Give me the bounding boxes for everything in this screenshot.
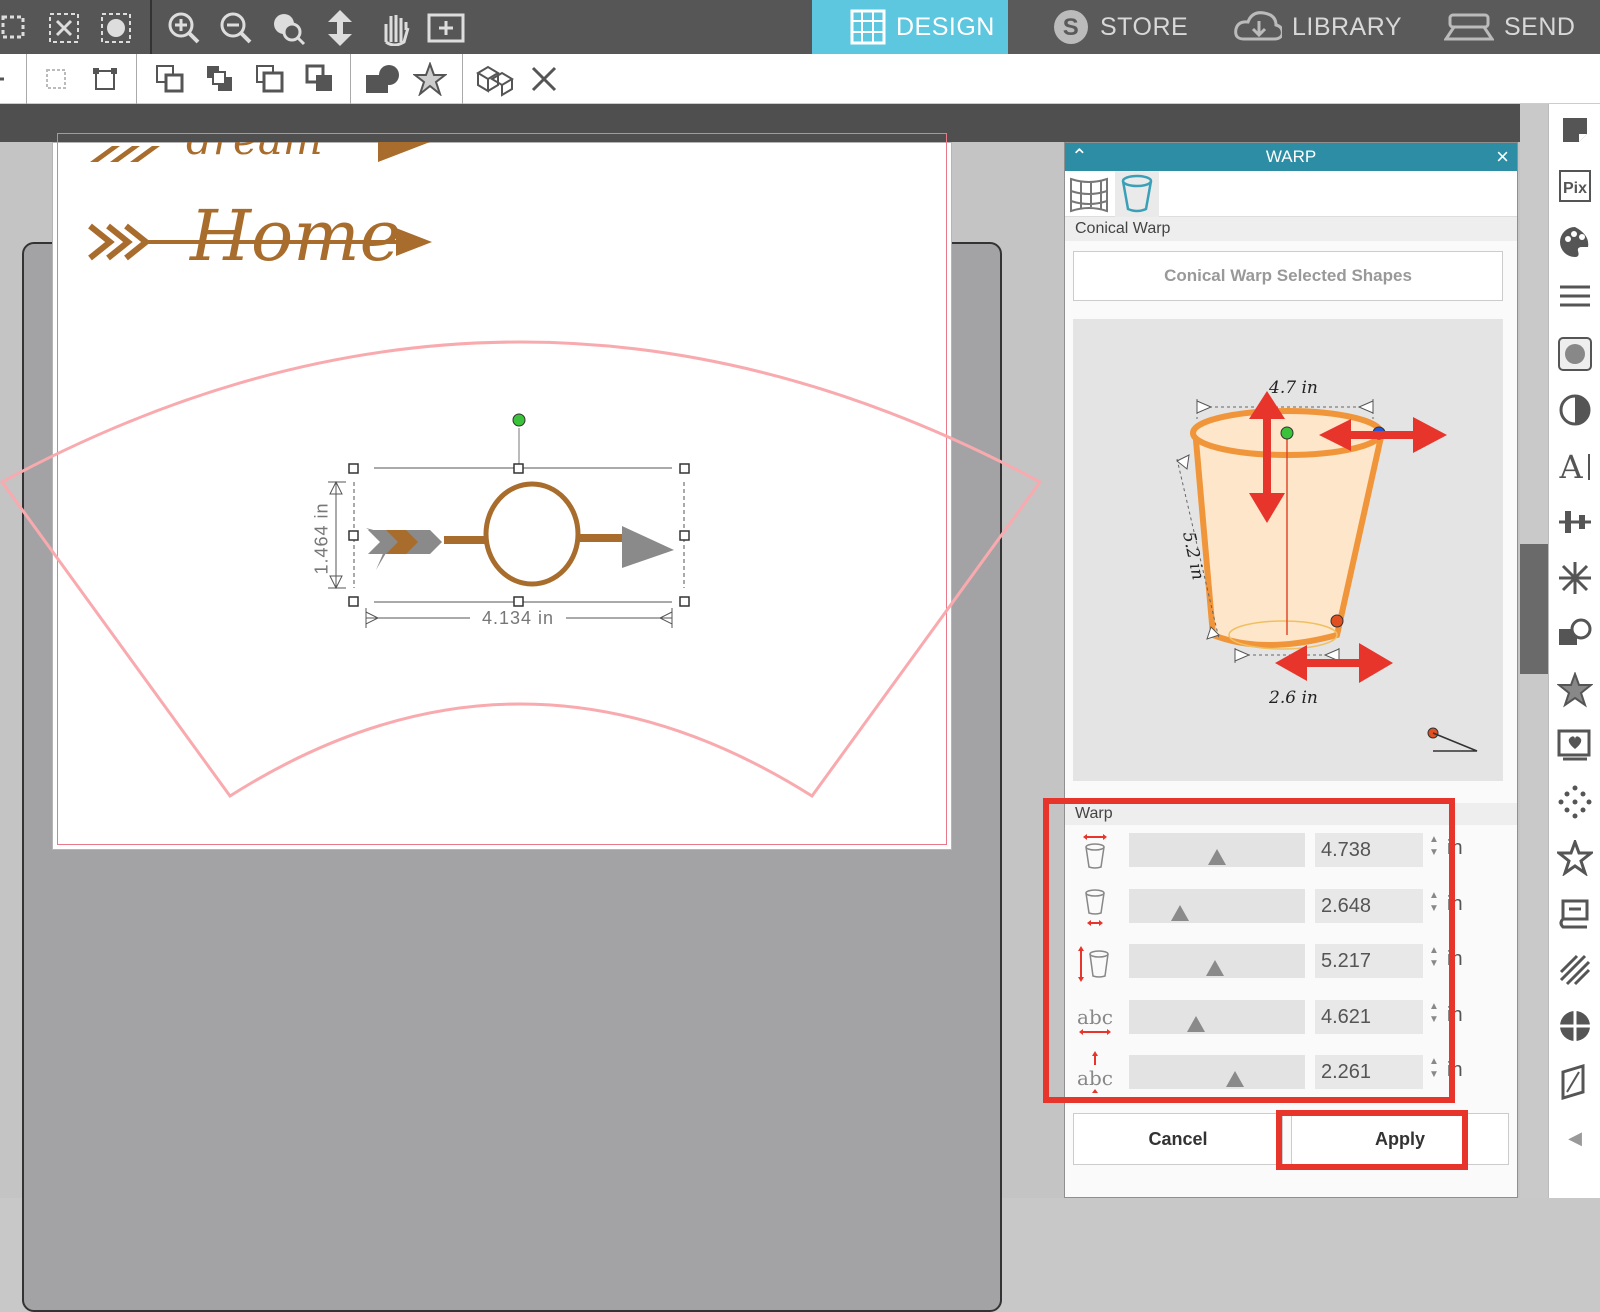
height-dimension-label: 1.464 in (312, 499, 333, 579)
svg-text:A: A (1558, 448, 1583, 484)
collapse-left-icon[interactable]: ◀ (1557, 1120, 1593, 1156)
cone-diagram-graphic: 4.7 in 2.6 in 5.2 in (1073, 319, 1503, 781)
zoom-select-icon[interactable] (268, 8, 308, 48)
divider (26, 54, 27, 104)
tab-label: DESIGN (896, 13, 995, 42)
cancel-button[interactable]: Cancel (1073, 1113, 1283, 1165)
send-to-back-icon[interactable] (200, 61, 240, 97)
close-icon[interactable]: × (1496, 143, 1509, 171)
design-store-icon[interactable] (1557, 1008, 1593, 1044)
zoom-in-icon[interactable] (164, 8, 204, 48)
print-cut-icon[interactable] (1557, 1064, 1593, 1100)
align-distribute-icon[interactable] (1557, 504, 1593, 540)
transform-icon[interactable] (1557, 560, 1593, 596)
divider (350, 54, 351, 104)
tab-label: STORE (1100, 13, 1188, 42)
tab-library[interactable]: LIBRARY (1204, 0, 1402, 54)
selected-arrow-object (349, 414, 689, 606)
group-objects-icon[interactable] (36, 61, 76, 97)
shadow-icon[interactable] (1557, 392, 1593, 428)
page-setup-icon[interactable] (1557, 112, 1593, 148)
fit-to-window-icon[interactable] (426, 8, 466, 48)
mesh-warp-icon[interactable] (1067, 173, 1111, 215)
bring-forward-icon[interactable] (250, 61, 290, 97)
svg-text:S: S (1063, 14, 1080, 41)
divider (462, 54, 463, 104)
conical-warp-apply-selected-button[interactable]: Conical Warp Selected Shapes (1073, 251, 1503, 301)
tab-store[interactable]: S STORE (1008, 0, 1204, 54)
align-icon[interactable] (0, 61, 20, 97)
store-s-icon: S (1052, 8, 1090, 46)
dream-arrow-artwork: dream (90, 142, 430, 164)
vertical-scrollbar[interactable] (1520, 104, 1548, 1198)
home-arrow-artwork: Home (90, 195, 432, 277)
modify-star-icon[interactable] (1557, 672, 1593, 708)
svg-text:dream: dream (186, 142, 323, 164)
fill-palette-icon[interactable] (1557, 224, 1593, 260)
object-toolbar (0, 54, 1600, 104)
select-palette-icon[interactable] (96, 8, 136, 48)
dimension-guides (328, 482, 672, 628)
move-down-icon[interactable] (320, 8, 360, 48)
warp-controls-highlight (1043, 798, 1455, 1103)
text-style-icon[interactable]: A (1557, 448, 1593, 484)
tab-label: LIBRARY (1292, 13, 1402, 42)
tab-send[interactable]: SEND (1402, 0, 1600, 54)
panel-header: WARP ⌃ × (1065, 143, 1517, 171)
width-dimension-label: 4.134 in (470, 608, 566, 629)
svg-text:Home: Home (188, 195, 401, 277)
right-sidebar: Pix A ◀ (1548, 104, 1600, 1198)
line-style-icon[interactable] (1557, 280, 1593, 316)
cloud-download-icon (1234, 9, 1282, 45)
rhinestone-icon[interactable] (1557, 784, 1593, 820)
3d-boxes-icon[interactable] (474, 61, 514, 97)
bottom-diameter-label: 2.6 in (1268, 688, 1318, 708)
send-backward-icon[interactable] (300, 61, 340, 97)
deselect-icon[interactable] (44, 8, 84, 48)
top-diameter-label: 4.7 in (1268, 378, 1318, 398)
fill-pattern-icon[interactable] (1557, 336, 1593, 372)
sketch-icon[interactable] (1557, 952, 1593, 988)
canvas-artwork: dream Home (0, 142, 1064, 862)
delete-icon[interactable] (524, 61, 564, 97)
group-icon[interactable] (0, 8, 34, 48)
warp-type-tabs (1065, 171, 1517, 217)
top-toolbar: DESIGN S STORE LIBRARY SEND (0, 0, 1600, 54)
cone-diagram[interactable]: 4.7 in 2.6 in 5.2 in (1073, 319, 1503, 781)
replicate-icon[interactable] (1557, 616, 1593, 652)
grid-icon (850, 9, 886, 45)
trace-icon[interactable] (1557, 728, 1593, 764)
tab-design[interactable]: DESIGN (812, 0, 1008, 54)
panel-title: WARP (1266, 147, 1316, 166)
mode-label: Conical Warp (1065, 217, 1517, 241)
collapse-chevron-icon[interactable]: ⌃ (1071, 143, 1088, 171)
pan-hand-icon[interactable] (374, 8, 414, 48)
shapes-icon[interactable] (362, 61, 402, 97)
star-icon[interactable] (410, 61, 450, 97)
bring-to-front-icon[interactable] (150, 61, 190, 97)
offset-star-icon[interactable] (1557, 840, 1593, 876)
scrollbar-thumb[interactable] (1520, 544, 1548, 674)
apply-highlight (1276, 1110, 1468, 1170)
library-icon[interactable] (1557, 896, 1593, 932)
ungroup-icon[interactable] (86, 61, 126, 97)
angle-indicator-icon (1428, 728, 1477, 751)
svg-text:Pix: Pix (1563, 180, 1587, 197)
conical-warp-icon[interactable] (1115, 171, 1159, 217)
zoom-out-icon[interactable] (216, 8, 256, 48)
cone-guide-outline (2, 342, 1040, 796)
pixscan-icon[interactable]: Pix (1557, 168, 1593, 204)
divider (150, 0, 152, 54)
cutter-icon (1444, 9, 1494, 45)
divider (136, 54, 137, 104)
tab-label: SEND (1504, 13, 1575, 42)
